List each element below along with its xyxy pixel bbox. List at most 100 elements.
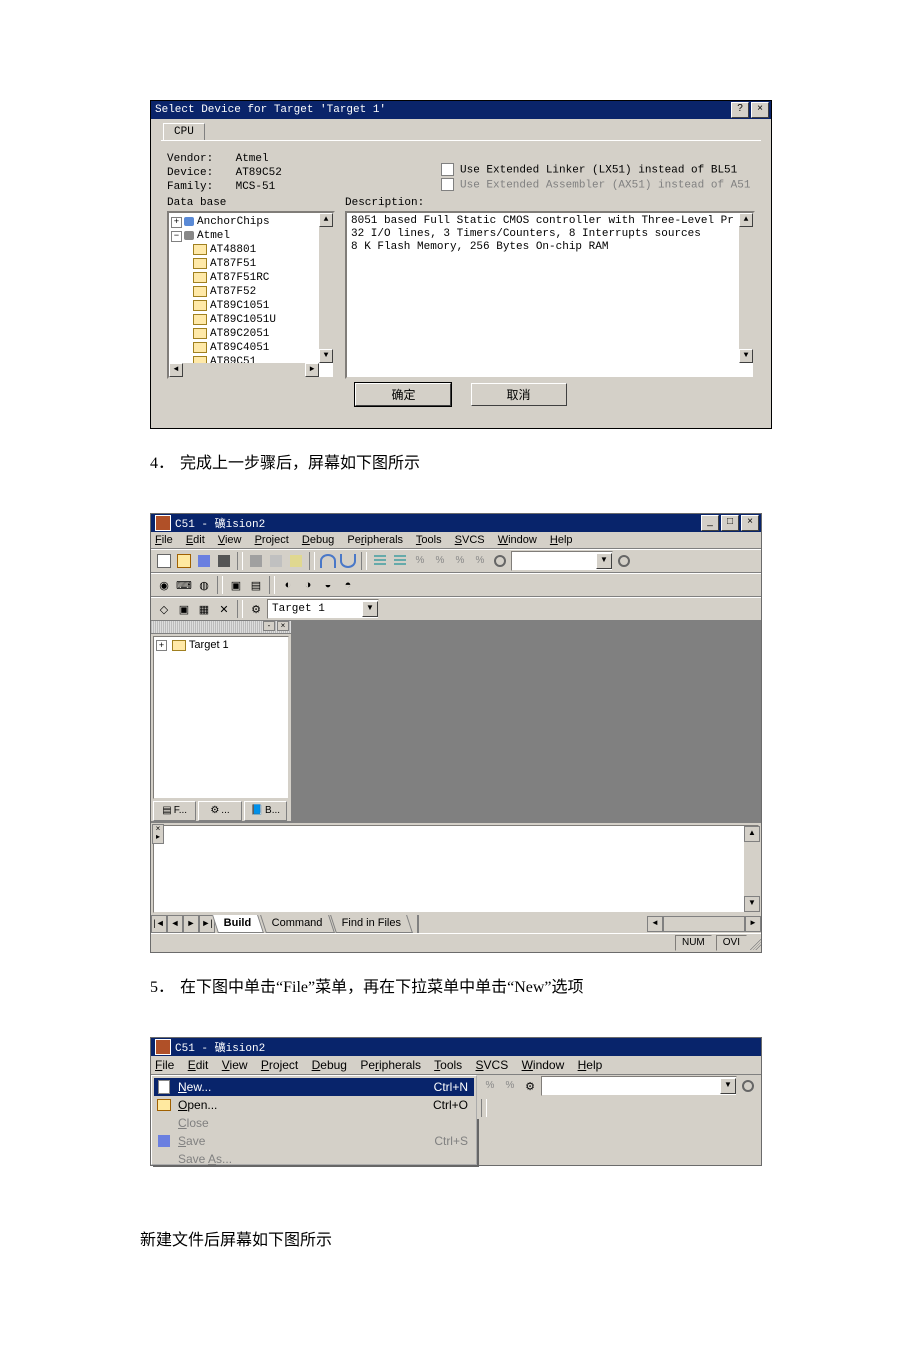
- resize-grip-icon[interactable]: [747, 936, 761, 950]
- pane-close-icon[interactable]: ×: [277, 621, 289, 631]
- menu-file[interactable]: File: [155, 1058, 174, 1072]
- redo-icon[interactable]: [339, 552, 357, 570]
- undo-icon[interactable]: [319, 552, 337, 570]
- family-label: Family:: [167, 181, 229, 193]
- cancel-button[interactable]: 取消: [471, 383, 567, 406]
- dbg4-icon[interactable]: ▣: [227, 576, 245, 594]
- menu-help[interactable]: Help: [550, 534, 573, 546]
- dbg5-icon[interactable]: ▤: [247, 576, 265, 594]
- menu-project[interactable]: Project: [261, 1058, 298, 1072]
- bookmark3-icon[interactable]: %: [451, 552, 469, 570]
- dbg8-icon[interactable]: ◒: [319, 576, 337, 594]
- bld4-icon[interactable]: ✕: [215, 600, 233, 618]
- out-tab-build[interactable]: Build: [212, 915, 263, 933]
- desc-vscroll[interactable]: ▲▼: [739, 213, 753, 363]
- new-icon[interactable]: [155, 552, 173, 570]
- out-hscroll-left[interactable]: ◄: [647, 916, 663, 932]
- out-nav-first[interactable]: |◄: [151, 915, 167, 933]
- project-tree[interactable]: + Target 1: [153, 636, 289, 799]
- tb-icon[interactable]: ⚙: [521, 1077, 539, 1095]
- menu-tools[interactable]: Tools: [416, 534, 442, 546]
- dbg1-icon[interactable]: ◉: [155, 576, 173, 594]
- menu-window[interactable]: Window: [522, 1058, 565, 1072]
- menubar[interactable]: File Edit View Project Debug Peripherals…: [151, 532, 761, 549]
- bld2-icon[interactable]: ▣: [175, 600, 193, 618]
- bookmark1-icon[interactable]: %: [411, 552, 429, 570]
- indent-right-icon[interactable]: [391, 552, 409, 570]
- menu-view[interactable]: View: [222, 1058, 248, 1072]
- save-icon[interactable]: [195, 552, 213, 570]
- menu-project[interactable]: Project: [255, 534, 289, 546]
- bld5-icon[interactable]: ⚙: [247, 600, 265, 618]
- project-tab-files[interactable]: ▤F...: [153, 801, 196, 821]
- menu-debug[interactable]: Debug: [302, 534, 334, 546]
- find-combo[interactable]: ▼: [541, 1076, 737, 1096]
- output-body[interactable]: ×▸ ▲ ▼: [153, 825, 759, 913]
- bld1-icon[interactable]: ◇: [155, 600, 173, 618]
- menu-edit[interactable]: Edit: [188, 1058, 209, 1072]
- project-pane-titlebar[interactable]: - ×: [151, 621, 291, 634]
- bld3-icon[interactable]: ▦: [195, 600, 213, 618]
- menu-item-close: Close: [154, 1114, 474, 1132]
- file-menu[interactable]: New... Ctrl+N Open... Ctrl+O Close: [151, 1075, 477, 1165]
- binoculars-icon[interactable]: [615, 552, 633, 570]
- maximize-button[interactable]: □: [721, 515, 739, 531]
- saveall-icon[interactable]: [215, 552, 233, 570]
- close-button[interactable]: ×: [741, 515, 759, 531]
- menu-item-new[interactable]: New... Ctrl+N: [154, 1078, 474, 1096]
- out-hscroll-right[interactable]: ►: [745, 916, 761, 932]
- tab-cpu[interactable]: CPU: [163, 123, 205, 140]
- menu-svcs[interactable]: SVCS: [455, 534, 485, 546]
- find-icon[interactable]: [491, 552, 509, 570]
- menu-help[interactable]: Help: [578, 1058, 603, 1072]
- dbg2-icon[interactable]: ⌨: [175, 576, 193, 594]
- out-nav-next[interactable]: ►: [183, 915, 199, 933]
- tb-icon[interactable]: %: [501, 1077, 519, 1095]
- menu-file[interactable]: File: [155, 534, 173, 546]
- dbg6-icon[interactable]: ◐: [279, 576, 297, 594]
- project-tab-books[interactable]: 📘B...: [244, 801, 287, 821]
- check-extended-linker[interactable]: Use Extended Linker (LX51) instead of BL…: [441, 163, 750, 176]
- out-tab-command[interactable]: Command: [260, 915, 335, 933]
- ok-button[interactable]: 确定: [355, 383, 451, 406]
- output-close-icon[interactable]: ×▸: [152, 824, 164, 844]
- caption-step-4: 4．完成上一步骤后，屏幕如下图所示: [150, 449, 920, 473]
- app-icon: [155, 1039, 171, 1055]
- cut-icon[interactable]: [247, 552, 265, 570]
- device-tree[interactable]: +AnchorChips −Atmel AT48801 AT87F51 AT87…: [167, 211, 335, 379]
- menu-view[interactable]: View: [218, 534, 242, 546]
- help-button[interactable]: ?: [731, 102, 749, 118]
- minimize-button[interactable]: _: [701, 515, 719, 531]
- target-combo[interactable]: Target 1 ▼: [267, 599, 379, 619]
- tb-icon[interactable]: %: [481, 1077, 499, 1095]
- bookmark4-icon[interactable]: %: [471, 552, 489, 570]
- menu-edit[interactable]: Edit: [186, 534, 205, 546]
- project-tab-regs[interactable]: ⚙...: [198, 801, 241, 821]
- menu-window[interactable]: Window: [498, 534, 537, 546]
- bookmark2-icon[interactable]: %: [431, 552, 449, 570]
- copy-icon[interactable]: [267, 552, 285, 570]
- indent-left-icon[interactable]: [371, 552, 389, 570]
- tree-hscroll[interactable]: ◄►: [169, 363, 319, 377]
- close-button[interactable]: ×: [751, 102, 769, 118]
- dbg9-icon[interactable]: ◓: [339, 576, 357, 594]
- open-icon[interactable]: [175, 552, 193, 570]
- menu-peripherals[interactable]: Peripherals: [347, 534, 403, 546]
- dbg7-icon[interactable]: ◑: [299, 576, 317, 594]
- dbg3-icon[interactable]: ◍: [195, 576, 213, 594]
- menu-debug[interactable]: Debug: [312, 1058, 347, 1072]
- tree-vscroll[interactable]: ▲▼: [319, 213, 333, 363]
- binoculars-icon[interactable]: [739, 1077, 757, 1095]
- menubar[interactable]: File Edit View Project Debug Peripherals…: [151, 1056, 761, 1075]
- menu-item-save: Save Ctrl+S: [154, 1132, 474, 1150]
- out-nav-prev[interactable]: ◄: [167, 915, 183, 933]
- menu-tools[interactable]: Tools: [434, 1058, 462, 1072]
- out-tab-find[interactable]: Find in Files: [330, 915, 413, 933]
- paste-icon[interactable]: [287, 552, 305, 570]
- pane-pin-icon[interactable]: -: [263, 621, 275, 631]
- window-title: C51 - 礦ision2: [175, 1039, 265, 1055]
- find-combo[interactable]: ▼: [511, 551, 613, 571]
- menu-peripherals[interactable]: Peripherals: [360, 1058, 421, 1072]
- menu-svcs[interactable]: SVCS: [476, 1058, 509, 1072]
- menu-item-open[interactable]: Open... Ctrl+O: [154, 1096, 474, 1114]
